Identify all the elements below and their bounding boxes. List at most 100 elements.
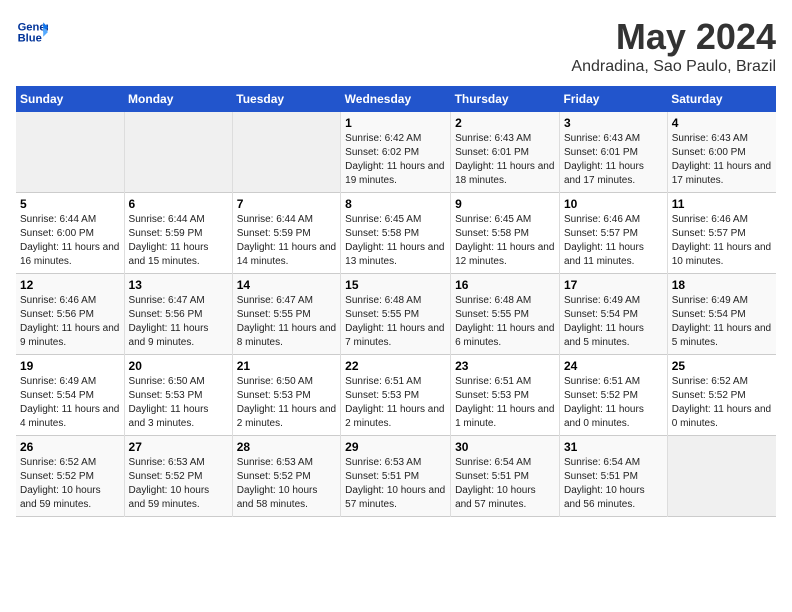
calendar-cell: 17 Sunrise: 6:49 AMSunset: 5:54 PMDayligh… (559, 274, 667, 355)
calendar-cell: 14Sunrise: 6:47 AMSunset: 5:55 PMDayligh… (232, 274, 340, 355)
day-info: Sunrise: 6:49 AMSunset: 5:54 PMDaylight:… (564, 294, 663, 350)
day-info: Sunrise: 6:50 AMSunset: 5:53 PMDaylight:… (129, 375, 228, 431)
calendar-cell: 24 Sunrise: 6:51 AMSunset: 5:52 PMDayligh… (559, 355, 667, 436)
day-number: 13 (129, 278, 228, 292)
day-number: 9 (455, 197, 555, 211)
calendar-cell: 19Sunrise: 6:49 AMSunset: 5:54 PMDayligh… (16, 355, 124, 436)
day-number: 29 (345, 440, 446, 454)
header-day-thursday: Thursday (451, 86, 560, 112)
day-info: Sunrise: 6:54 AMSunset: 5:51 PMDaylight:… (564, 456, 663, 512)
day-info: Sunrise: 6:52 AMSunset: 5:52 PMDaylight:… (672, 375, 772, 431)
day-number: 22 (345, 359, 446, 373)
day-number: 15 (345, 278, 446, 292)
day-info: Sunrise: 6:44 AMSunset: 5:59 PMDaylight:… (237, 213, 336, 269)
header-row: SundayMondayTuesdayWednesdayThursdayFrid… (16, 86, 776, 112)
day-number: 23 (455, 359, 555, 373)
day-info: Sunrise: 6:50 AMSunset: 5:53 PMDaylight:… (237, 375, 336, 431)
day-number: 8 (345, 197, 446, 211)
calendar-cell (16, 112, 124, 193)
day-info: Sunrise: 6:43 AMSunset: 6:01 PMDaylight:… (564, 132, 663, 188)
header-day-wednesday: Wednesday (341, 86, 451, 112)
header-day-monday: Monday (124, 86, 232, 112)
day-info: Sunrise: 6:47 AMSunset: 5:56 PMDaylight:… (129, 294, 228, 350)
calendar-cell: 4 Sunrise: 6:43 AMSunset: 6:00 PMDaylight… (667, 112, 776, 193)
header-day-friday: Friday (559, 86, 667, 112)
calendar-cell (124, 112, 232, 193)
day-info: Sunrise: 6:43 AMSunset: 6:00 PMDaylight:… (672, 132, 772, 188)
day-number: 25 (672, 359, 772, 373)
day-info: Sunrise: 6:53 AMSunset: 5:51 PMDaylight:… (345, 456, 446, 512)
day-info: Sunrise: 6:54 AMSunset: 5:51 PMDaylight:… (455, 456, 555, 512)
calendar-body: 1Sunrise: 6:42 AMSunset: 6:02 PMDaylight… (16, 112, 776, 517)
calendar-cell: 12 Sunrise: 6:46 AMSunset: 5:56 PMDayligh… (16, 274, 124, 355)
title-section: May 2024 Andradina, Sao Paulo, Brazil (571, 16, 776, 76)
svg-text:Blue: Blue (18, 33, 42, 45)
day-info: Sunrise: 6:52 AMSunset: 5:52 PMDaylight:… (20, 456, 120, 512)
calendar-cell: 11 Sunrise: 6:46 AMSunset: 5:57 PMDayligh… (667, 193, 776, 274)
calendar-cell: 9Sunrise: 6:45 AMSunset: 5:58 PMDaylight… (451, 193, 560, 274)
day-number: 28 (237, 440, 336, 454)
day-info: Sunrise: 6:48 AMSunset: 5:55 PMDaylight:… (345, 294, 446, 350)
month-title: May 2024 (571, 16, 776, 58)
day-number: 24 (564, 359, 663, 373)
location-title: Andradina, Sao Paulo, Brazil (571, 58, 776, 76)
calendar-table: SundayMondayTuesdayWednesdayThursdayFrid… (16, 86, 776, 517)
calendar-cell: 16 Sunrise: 6:48 AMSunset: 5:55 PMDayligh… (451, 274, 560, 355)
day-number: 12 (20, 278, 120, 292)
calendar-cell: 26Sunrise: 6:52 AMSunset: 5:52 PMDayligh… (16, 436, 124, 517)
logo: General Blue (16, 16, 48, 48)
day-number: 17 (564, 278, 663, 292)
day-number: 21 (237, 359, 336, 373)
calendar-cell: 6 Sunrise: 6:44 AMSunset: 5:59 PMDaylight… (124, 193, 232, 274)
calendar-cell: 28Sunrise: 6:53 AMSunset: 5:52 PMDayligh… (232, 436, 340, 517)
day-info: Sunrise: 6:45 AMSunset: 5:58 PMDaylight:… (345, 213, 446, 269)
day-number: 10 (564, 197, 663, 211)
logo-icon: General Blue (16, 16, 48, 48)
calendar-cell: 15 Sunrise: 6:48 AMSunset: 5:55 PMDayligh… (341, 274, 451, 355)
day-info: Sunrise: 6:43 AMSunset: 6:01 PMDaylight:… (455, 132, 555, 188)
day-info: Sunrise: 6:46 AMSunset: 5:57 PMDaylight:… (564, 213, 663, 269)
week-row-4: 19Sunrise: 6:49 AMSunset: 5:54 PMDayligh… (16, 355, 776, 436)
header-day-tuesday: Tuesday (232, 86, 340, 112)
calendar-cell: 23Sunrise: 6:51 AMSunset: 5:53 PMDayligh… (451, 355, 560, 436)
calendar-cell (232, 112, 340, 193)
day-info: Sunrise: 6:47 AMSunset: 5:55 PMDaylight:… (237, 294, 336, 350)
week-row-3: 12 Sunrise: 6:46 AMSunset: 5:56 PMDayligh… (16, 274, 776, 355)
day-info: Sunrise: 6:44 AMSunset: 5:59 PMDaylight:… (129, 213, 228, 269)
day-number: 7 (237, 197, 336, 211)
day-number: 30 (455, 440, 555, 454)
calendar-cell: 22Sunrise: 6:51 AMSunset: 5:53 PMDayligh… (341, 355, 451, 436)
day-number: 20 (129, 359, 228, 373)
day-info: Sunrise: 6:49 AMSunset: 5:54 PMDaylight:… (672, 294, 772, 350)
day-number: 16 (455, 278, 555, 292)
calendar-cell: 2 Sunrise: 6:43 AMSunset: 6:01 PMDaylight… (451, 112, 560, 193)
day-number: 27 (129, 440, 228, 454)
day-info: Sunrise: 6:49 AMSunset: 5:54 PMDaylight:… (20, 375, 120, 431)
calendar-cell: 27 Sunrise: 6:53 AMSunset: 5:52 PMDayligh… (124, 436, 232, 517)
calendar-cell: 30 Sunrise: 6:54 AMSunset: 5:51 PMDayligh… (451, 436, 560, 517)
day-number: 4 (672, 116, 772, 130)
calendar-cell: 10 Sunrise: 6:46 AMSunset: 5:57 PMDayligh… (559, 193, 667, 274)
calendar-cell: 20 Sunrise: 6:50 AMSunset: 5:53 PMDayligh… (124, 355, 232, 436)
calendar-cell: 1Sunrise: 6:42 AMSunset: 6:02 PMDaylight… (341, 112, 451, 193)
calendar-cell: 29 Sunrise: 6:53 AMSunset: 5:51 PMDayligh… (341, 436, 451, 517)
day-number: 1 (345, 116, 446, 130)
day-info: Sunrise: 6:48 AMSunset: 5:55 PMDaylight:… (455, 294, 555, 350)
day-number: 2 (455, 116, 555, 130)
day-info: Sunrise: 6:44 AMSunset: 6:00 PMDaylight:… (20, 213, 120, 269)
day-number: 18 (672, 278, 772, 292)
calendar-header: SundayMondayTuesdayWednesdayThursdayFrid… (16, 86, 776, 112)
calendar-cell: 7 Sunrise: 6:44 AMSunset: 5:59 PMDaylight… (232, 193, 340, 274)
week-row-1: 1Sunrise: 6:42 AMSunset: 6:02 PMDaylight… (16, 112, 776, 193)
header-day-saturday: Saturday (667, 86, 776, 112)
day-number: 6 (129, 197, 228, 211)
day-info: Sunrise: 6:46 AMSunset: 5:57 PMDaylight:… (672, 213, 772, 269)
day-info: Sunrise: 6:51 AMSunset: 5:52 PMDaylight:… (564, 375, 663, 431)
week-row-5: 26Sunrise: 6:52 AMSunset: 5:52 PMDayligh… (16, 436, 776, 517)
day-number: 11 (672, 197, 772, 211)
day-info: Sunrise: 6:53 AMSunset: 5:52 PMDaylight:… (129, 456, 228, 512)
day-number: 5 (20, 197, 120, 211)
calendar-cell: 25 Sunrise: 6:52 AMSunset: 5:52 PMDayligh… (667, 355, 776, 436)
calendar-cell: 31Sunrise: 6:54 AMSunset: 5:51 PMDayligh… (559, 436, 667, 517)
day-info: Sunrise: 6:46 AMSunset: 5:56 PMDaylight:… (20, 294, 120, 350)
